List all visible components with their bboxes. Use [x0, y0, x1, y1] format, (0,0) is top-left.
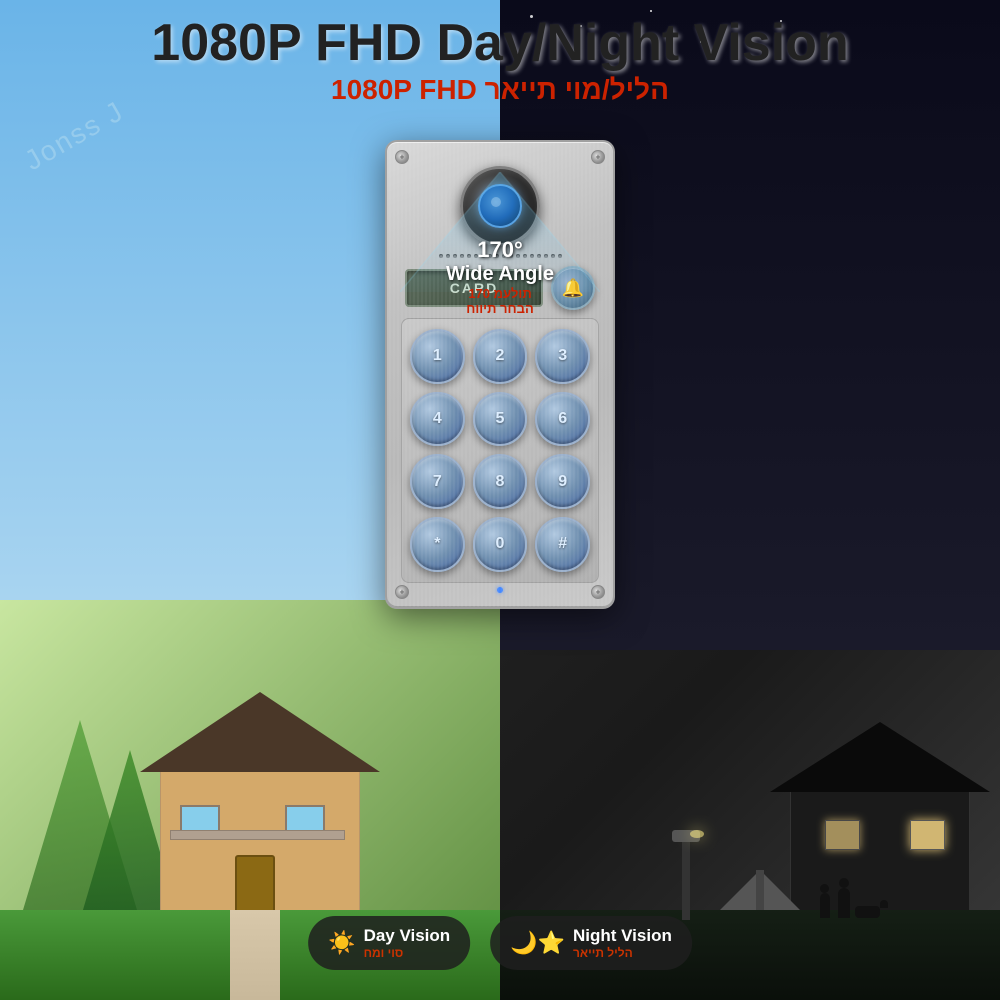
key-4-button[interactable]: 4 — [410, 392, 465, 447]
day-vision-hebrew: סוי ומח — [364, 946, 451, 960]
bell-button[interactable]: 🔔 — [551, 266, 595, 310]
keypad-grid: 123 456 789 *0# — [410, 329, 590, 572]
day-vision-title: Day Vision — [364, 926, 451, 946]
day-badge-text: Day Vision סוי ומח — [364, 926, 451, 960]
bell-icon: 🔔 — [562, 278, 584, 299]
screw-top-left — [395, 150, 409, 164]
device-panel: 170° Wide Angle תולעמ 170 הבחר תיווח — [385, 140, 615, 609]
key-8-button[interactable]: 8 — [473, 454, 528, 509]
key-9-button[interactable]: 9 — [535, 454, 590, 509]
device-panel-container: 170° Wide Angle תולעמ 170 הבחר תיווח — [385, 140, 615, 609]
keypad-section: 123 456 789 *0# — [401, 318, 599, 583]
main-title: 1080P FHD Day/Night Vision — [0, 15, 1000, 72]
status-led — [497, 587, 503, 593]
key-hash-button[interactable]: # — [535, 517, 590, 572]
angle-label: Wide Angle — [446, 263, 554, 286]
key-star-button[interactable]: * — [410, 517, 465, 572]
key-7-button[interactable]: 7 — [410, 454, 465, 509]
bottom-badges: ☀️ Day Vision סוי ומח 🌙⭐ Night Vision הל… — [308, 916, 692, 970]
camera-section — [401, 166, 599, 246]
angle-hebrew-1: תולעמ 170 — [446, 286, 554, 301]
header: 1080P FHD Day/Night Vision 1080P FHD הלי… — [0, 15, 1000, 109]
night-vision-title: Night Vision — [573, 926, 672, 946]
key-1-button[interactable]: 1 — [410, 329, 465, 384]
mic-dot — [439, 254, 443, 258]
key-6-button[interactable]: 6 — [535, 392, 590, 447]
angle-degrees: 170° — [446, 237, 554, 263]
key-2-button[interactable]: 2 — [473, 329, 528, 384]
sun-icon: ☀️ — [328, 930, 355, 956]
night-vision-hebrew: הליל תייאר — [573, 946, 672, 960]
screw-top-right — [591, 150, 605, 164]
hebrew-subtitle: 1080P FHD הליל/מוי תייאר — [0, 72, 1000, 108]
moon-star-icon: 🌙⭐ — [510, 930, 565, 956]
camera-housing — [460, 166, 540, 246]
day-vision-badge: ☀️ Day Vision סוי ומח — [308, 916, 470, 970]
wide-angle-text: 170° Wide Angle תולעמ 170 הבחר תיווח — [446, 237, 554, 316]
screw-bottom-left — [395, 585, 409, 599]
screw-bottom-right — [591, 585, 605, 599]
night-vision-badge: 🌙⭐ Night Vision הליל תייאר — [490, 916, 692, 970]
camera-lens — [478, 184, 522, 228]
key-5-button[interactable]: 5 — [473, 392, 528, 447]
angle-hebrew-2: הבחר תיווח — [446, 301, 554, 316]
mic-dot — [558, 254, 562, 258]
night-badge-text: Night Vision הליל תייאר — [573, 926, 672, 960]
key-3-button[interactable]: 3 — [535, 329, 590, 384]
key-0-button[interactable]: 0 — [473, 517, 528, 572]
